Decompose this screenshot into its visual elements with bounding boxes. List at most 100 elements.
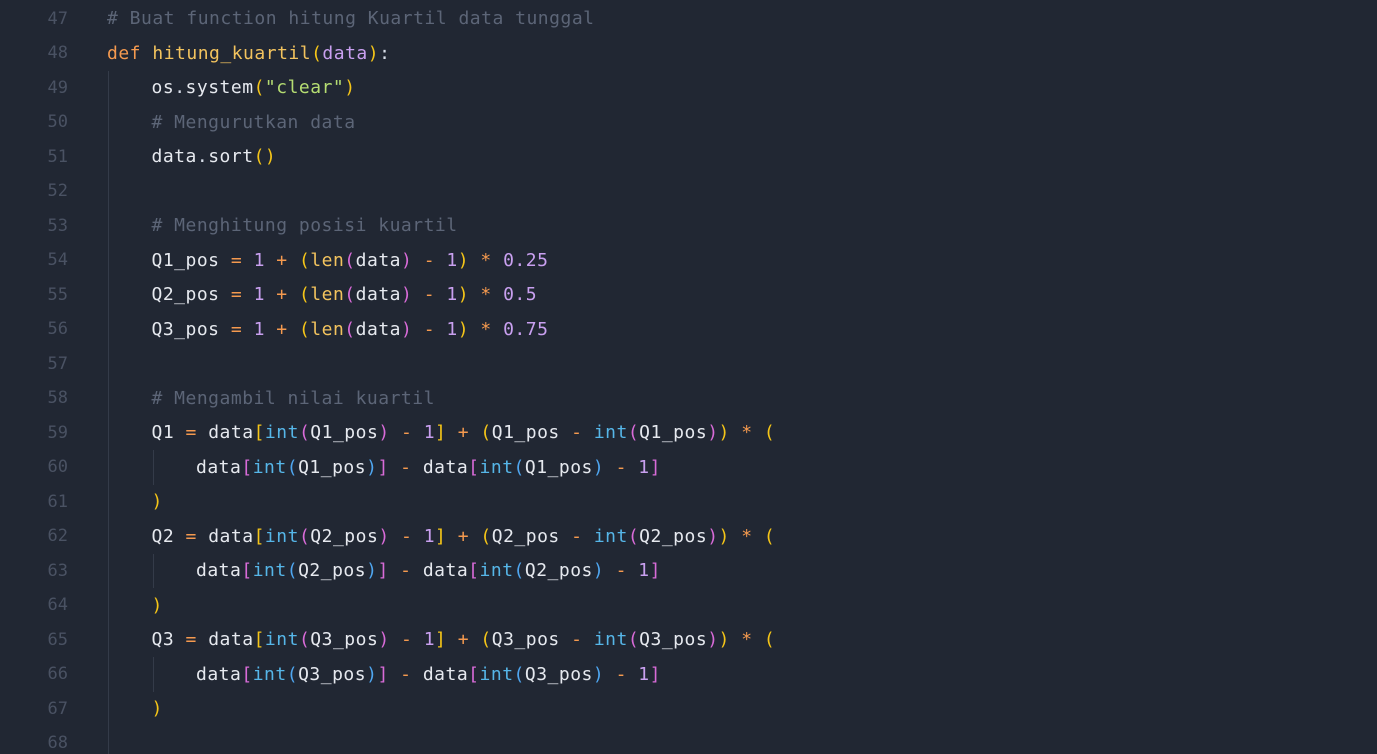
code-token: data xyxy=(422,456,469,478)
code-token: # Mengurutkan data xyxy=(151,111,356,133)
code-line[interactable]: 59 Q1 = data[int(Q1_pos) - 1] + (Q1_pos -… xyxy=(0,416,1377,451)
code-editor[interactable]: 47 # Buat function hitung Kuartil data tu… xyxy=(0,0,1377,754)
code-token: Q1_pos xyxy=(639,422,708,444)
code-line[interactable]: 66 data[int(Q3_pos)] - data[int(Q3_pos) -… xyxy=(0,657,1377,692)
code-line[interactable]: 62 Q2 = data[int(Q2_pos) - 1] + (Q2_pos -… xyxy=(0,519,1377,554)
code-text: ) xyxy=(152,698,163,719)
code-line[interactable]: 50 # Mengurutkan data xyxy=(0,105,1377,140)
code-token: ) xyxy=(592,456,605,478)
code-token: system xyxy=(185,77,254,99)
code-token: Q1_pos xyxy=(151,249,220,271)
code-line[interactable]: 64) xyxy=(0,588,1377,623)
line-number: 65 xyxy=(47,629,68,650)
code-token: data xyxy=(196,663,242,685)
code-token: . xyxy=(174,77,186,99)
code-token: int xyxy=(252,663,287,685)
code-line[interactable]: 61) xyxy=(0,485,1377,520)
code-token: - xyxy=(401,629,413,651)
code-line[interactable]: 54 Q1_pos = 1 + (len(data) - 1) * 0.25 xyxy=(0,243,1377,278)
code-line[interactable]: 48 def hitung_kuartil(data): xyxy=(0,36,1377,71)
code-token: data xyxy=(196,456,242,478)
code-token: Q2_pos xyxy=(639,525,708,547)
code-token: - xyxy=(615,560,627,582)
code-token: 1 xyxy=(253,249,265,271)
code-line[interactable]: 63 data[int(Q2_pos)] - data[int(Q2_pos) -… xyxy=(0,554,1377,589)
code-token: data xyxy=(208,629,254,651)
code-token: ) xyxy=(367,42,380,64)
code-token: ( xyxy=(298,249,311,271)
code-text: def hitung_kuartil(data): xyxy=(107,43,390,64)
code-token: data xyxy=(422,560,469,582)
code-token: ) xyxy=(718,422,730,444)
code-token: - xyxy=(423,318,436,340)
code-token: ) xyxy=(718,629,730,651)
code-token: + xyxy=(276,249,288,271)
code-text: data[int(Q2_pos)] - data[int(Q2_pos) - 1… xyxy=(196,560,661,581)
line-number: 63 xyxy=(47,560,68,581)
code-line[interactable]: 53 # Menghitung posisi kuartil xyxy=(0,209,1377,244)
code-token: data xyxy=(422,663,469,685)
code-token: * xyxy=(480,249,492,271)
code-token: [ xyxy=(468,560,480,582)
code-token: = xyxy=(230,318,243,340)
code-line[interactable]: 51 data.sort() xyxy=(0,140,1377,175)
code-token: Q1_pos xyxy=(491,422,560,444)
code-token: = xyxy=(185,629,197,651)
code-token: ) xyxy=(401,249,413,271)
code-text: Q2_pos = 1 + (len(data) - 1) * 0.5 xyxy=(152,284,538,305)
code-line[interactable]: 58 # Mengambil nilai kuartil xyxy=(0,381,1377,416)
code-token: ( xyxy=(513,456,525,478)
code-token: ) xyxy=(366,560,378,582)
code-token: Q3_pos xyxy=(151,318,220,340)
code-token: ) xyxy=(592,560,605,582)
code-line[interactable]: 49 os.system("clear") xyxy=(0,71,1377,106)
code-token: "clear" xyxy=(264,77,345,99)
line-number: 66 xyxy=(47,664,68,685)
code-token: * xyxy=(480,284,492,306)
code-token: data xyxy=(322,42,368,64)
code-line[interactable]: 60 data[int(Q1_pos)] - data[int(Q1_pos) -… xyxy=(0,450,1377,485)
code-token: 1 xyxy=(638,456,650,478)
code-token: ) xyxy=(366,456,378,478)
code-text: Q2 = data[int(Q2_pos) - 1] + (Q2_pos - i… xyxy=(152,526,776,547)
code-token: - xyxy=(615,456,627,478)
code-line[interactable]: 55 Q2_pos = 1 + (len(data) - 1) * 0.5 xyxy=(0,278,1377,313)
code-token: = xyxy=(185,525,197,547)
code-token: int xyxy=(264,629,299,651)
code-token: 1 xyxy=(423,525,436,547)
code-token: ( xyxy=(480,629,492,651)
code-line[interactable]: 52 xyxy=(0,174,1377,209)
code-token: ) xyxy=(378,525,390,547)
code-token: hitung_kuartil xyxy=(152,42,312,64)
code-line[interactable]: 57 xyxy=(0,347,1377,382)
code-token: ) xyxy=(366,663,378,685)
code-token: [ xyxy=(241,663,253,685)
code-token: ( xyxy=(298,629,311,651)
code-line[interactable]: 67) xyxy=(0,692,1377,727)
code-token: ( xyxy=(763,422,776,444)
code-text: # Menghitung posisi kuartil xyxy=(152,215,458,236)
code-token: data xyxy=(355,249,401,271)
code-line[interactable]: 47 # Buat function hitung Kuartil data tu… xyxy=(0,2,1377,37)
code-text: ) xyxy=(152,491,163,512)
line-number: 68 xyxy=(47,733,68,754)
code-line[interactable]: 65 Q3 = data[int(Q3_pos) - 1] + (Q3_pos -… xyxy=(0,623,1377,658)
code-token: [ xyxy=(241,456,253,478)
code-line[interactable]: 68 xyxy=(0,726,1377,754)
code-token: int xyxy=(479,663,514,685)
code-token: ( xyxy=(298,525,311,547)
code-line[interactable]: 56 Q3_pos = 1 + (len(data) - 1) * 0.75 xyxy=(0,312,1377,347)
